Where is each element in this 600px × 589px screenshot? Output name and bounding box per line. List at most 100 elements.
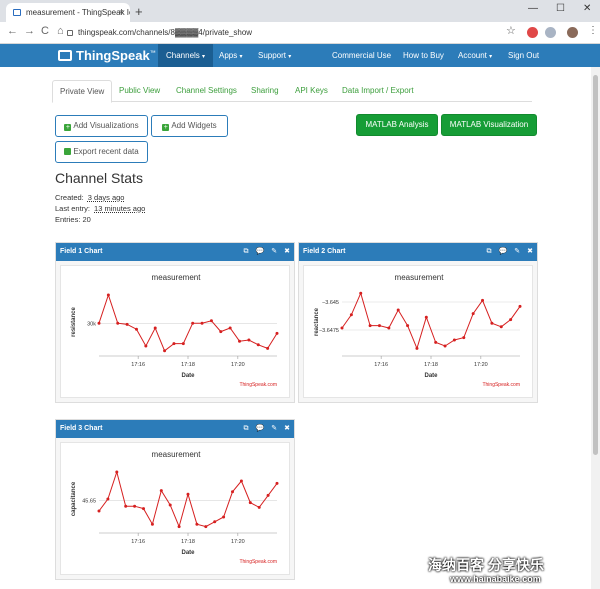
chart-credit: ThingSpeak.com	[239, 382, 277, 388]
data-point	[462, 336, 466, 340]
data-point	[266, 346, 270, 350]
nav-support[interactable]: Support ▾	[250, 44, 299, 67]
nav-sign-out[interactable]: Sign Out	[500, 44, 547, 67]
data-point	[406, 324, 410, 328]
popout-icon[interactable]: ⧉	[244, 425, 249, 432]
data-point	[150, 522, 154, 526]
back-icon[interactable]: ←	[7, 25, 18, 37]
x-axis-label: Date	[181, 550, 195, 556]
data-point	[499, 325, 503, 329]
add-widgets-button[interactable]: + Add Widgets	[151, 115, 228, 137]
matlab-analysis-button[interactable]: MATLAB Analysis	[356, 114, 438, 136]
data-point	[200, 321, 204, 325]
forward-icon[interactable]: →	[24, 25, 35, 37]
chart-field-1: measurement 30k 17:16 17:18 17:20 Date resista…	[71, 273, 279, 388]
data-point	[125, 322, 129, 326]
new-tab-button[interactable]: +	[135, 3, 143, 21]
stat-created: Created: 3 days ago	[55, 193, 125, 202]
channel-stats-title: Channel Stats	[55, 170, 143, 186]
data-point	[387, 326, 391, 330]
profile-avatar[interactable]	[567, 27, 578, 38]
data-point	[144, 344, 148, 348]
watermark-url: www.hainabaike.com	[450, 574, 541, 584]
tab-data-import-export[interactable]: Data Import / Export	[342, 80, 414, 102]
chart-title: measurement	[152, 450, 202, 459]
nav-commercial-use[interactable]: Commercial Use	[324, 44, 399, 67]
nav-account[interactable]: Account ▾	[450, 44, 500, 67]
comment-icon[interactable]: 💬	[256, 425, 265, 432]
close-icon[interactable]: ✖	[284, 425, 290, 432]
browser-tabstrip: measurement - ThingSpeak IoT × + — ☐ ✕	[0, 0, 600, 22]
tab-channel-settings[interactable]: Channel Settings	[176, 80, 237, 102]
data-point	[340, 326, 344, 330]
thingspeak-favicon-icon	[13, 9, 21, 16]
field-1-panel: Field 1 Chart ⧉ 💬 ✎ ✖ measurement 30k 17:16 17…	[55, 242, 295, 403]
maximize-icon[interactable]: ☐	[556, 3, 565, 14]
browser-tab[interactable]: measurement - ThingSpeak IoT ×	[6, 3, 130, 22]
close-icon[interactable]: ✖	[527, 248, 533, 255]
caret-down-icon: ▾	[288, 54, 292, 60]
data-point	[415, 346, 419, 350]
home-icon[interactable]: ⌂	[57, 25, 64, 37]
chart-title: measurement	[395, 273, 445, 282]
data-point	[443, 344, 447, 348]
address-bar[interactable]: thingspeak.com/channels/8▓▓▓▓4/private_s…	[66, 25, 526, 41]
data-point	[434, 340, 438, 344]
data-point	[159, 489, 163, 493]
y-axis-label: capacitance	[71, 481, 77, 516]
popout-icon[interactable]: ⧉	[244, 248, 249, 255]
bookmark-star-icon[interactable]: ☆	[506, 24, 516, 37]
data-point	[396, 308, 400, 312]
matlab-visualization-button[interactable]: MATLAB Visualization	[441, 114, 537, 136]
x-tick-label: 17:18	[424, 362, 438, 368]
window-close-icon[interactable]: ✕	[583, 3, 591, 14]
tab-title: measurement - ThingSpeak IoT	[26, 8, 130, 17]
nav-channels[interactable]: Channels ▾	[158, 44, 214, 67]
data-point	[142, 507, 145, 511]
add-visualizations-button[interactable]: + Add Visualizations	[55, 115, 148, 137]
data-point	[518, 304, 522, 308]
data-point	[191, 321, 195, 325]
chart-credit: ThingSpeak.com	[482, 382, 520, 388]
nav-how-to-buy[interactable]: How to Buy	[395, 44, 452, 67]
chart-container: measurement −3.645 −3.6475 17:16 17:18 17:20 D…	[303, 265, 533, 398]
reload-icon[interactable]: C	[41, 25, 49, 37]
tab-private-view[interactable]: Private View	[52, 80, 113, 103]
thingspeak-logo[interactable]: ThingSpeak™	[58, 48, 156, 63]
minimize-icon[interactable]: —	[528, 3, 538, 14]
data-point	[424, 315, 428, 319]
tab-close-icon[interactable]: ×	[119, 3, 124, 22]
lock-icon	[67, 30, 73, 36]
panel-title: Field 3 Chart	[60, 425, 103, 432]
export-recent-data-button[interactable]: Export recent data	[55, 141, 148, 163]
comment-icon[interactable]: 💬	[256, 248, 265, 255]
edit-icon[interactable]: ✎	[271, 425, 277, 432]
popout-icon[interactable]: ⧉	[487, 248, 492, 255]
data-point	[231, 490, 234, 494]
data-point	[349, 313, 353, 317]
data-point	[115, 470, 119, 474]
edit-icon[interactable]: ✎	[514, 248, 520, 255]
edit-icon[interactable]: ✎	[271, 248, 277, 255]
y-tick-label: −3.6475	[319, 328, 339, 334]
comment-icon[interactable]: 💬	[499, 248, 508, 255]
extension-icon[interactable]	[527, 27, 538, 38]
extension-icon[interactable]	[545, 27, 556, 38]
data-point	[209, 319, 213, 323]
nav-apps[interactable]: Apps ▾	[211, 44, 250, 67]
tab-api-keys[interactable]: API Keys	[295, 80, 328, 102]
data-point	[177, 525, 181, 529]
data-point	[106, 497, 110, 501]
stat-last-entry: Last entry: 13 minutes ago	[55, 204, 146, 213]
tab-public-view[interactable]: Public View	[119, 80, 160, 102]
browser-menu-icon[interactable]: ⋮	[588, 25, 598, 36]
chart-credit: ThingSpeak.com	[239, 559, 277, 565]
panel-header: Field 2 Chart ⧉ 💬 ✎ ✖	[299, 243, 537, 261]
chart-title: measurement	[152, 273, 202, 282]
data-point	[168, 503, 172, 507]
close-icon[interactable]: ✖	[284, 248, 290, 255]
chart-container: measurement 30k 17:16 17:18 17:20 Date resista…	[60, 265, 290, 398]
scrollbar-thumb[interactable]	[593, 75, 598, 455]
tab-sharing[interactable]: Sharing	[251, 80, 279, 102]
data-point	[195, 522, 199, 526]
